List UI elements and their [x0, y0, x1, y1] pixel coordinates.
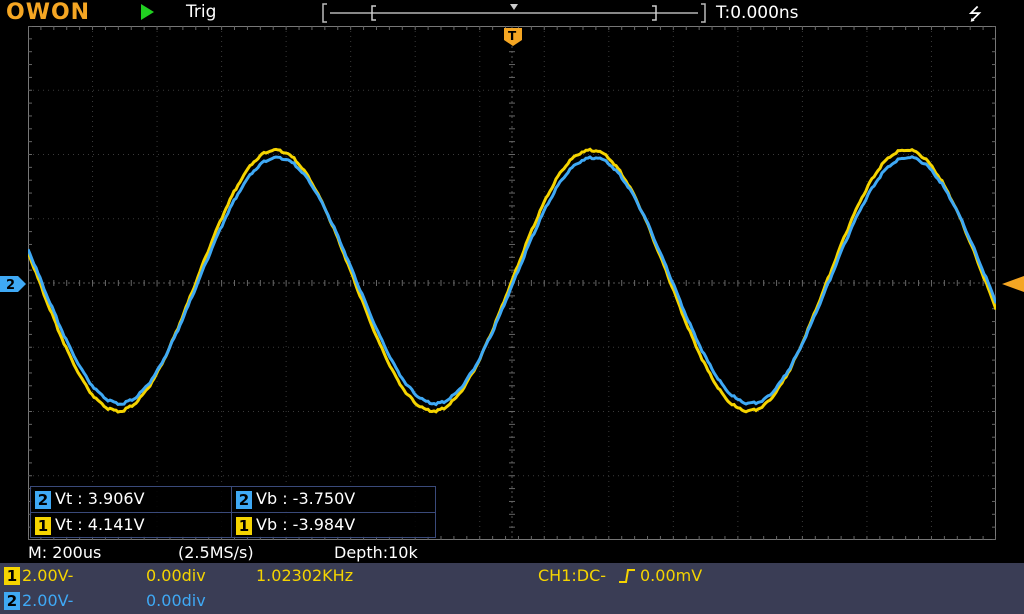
measurement-value: Vb : -3.750V: [256, 489, 356, 508]
measurement-ch1-vb: 1 Vb : -3.984V: [236, 513, 355, 537]
ch1-status-row[interactable]: 1 2.00V- 0.00div 1.02302KHz CH1:DC- 0.00…: [0, 563, 1024, 589]
measurement-ch2-vb: 2 Vb : -3.750V: [236, 487, 355, 511]
measurement-ch1-vt: 1 Vt : 4.141V: [35, 513, 145, 537]
memory-position-bar[interactable]: [322, 2, 706, 24]
ch1-offset: 0.00div: [146, 566, 206, 585]
sample-rate: (2.5MS/s): [178, 543, 254, 562]
ch1-badge: 1: [35, 516, 51, 535]
ch2-badge: 2: [35, 490, 51, 509]
svg-text:2: 2: [6, 278, 15, 292]
ch2-scale[interactable]: 2.00V-: [22, 591, 73, 610]
trigger-marker-label: T: [508, 29, 517, 43]
waveform-display[interactable]: [28, 26, 996, 540]
trigger-level: 0.00mV: [640, 566, 703, 585]
timebase-scale[interactable]: M: 200us: [28, 543, 101, 562]
measurement-value: Vt : 4.141V: [55, 515, 145, 534]
ch1-badge: 1: [236, 516, 252, 535]
measurement-value: Vt : 3.906V: [55, 489, 145, 508]
ch2-badge: 2: [236, 490, 252, 509]
measurement-value: Vb : -3.984V: [256, 515, 356, 534]
trigger-source[interactable]: CH1:DC-: [538, 566, 606, 585]
rising-edge-icon: [619, 569, 635, 583]
ch2-status-row[interactable]: 2 2.00V- 0.00div: [0, 589, 1024, 614]
trigger-time-readout: T:0.000ns: [716, 3, 799, 23]
measurement-panel: 2 Vt : 3.906V 2 Vb : -3.750V 1 Vt : 4.141V …: [30, 486, 436, 538]
timebase-bar: M: 200us (2.5MS/s) Depth:10k: [0, 541, 1024, 563]
ch1-frequency: 1.02302KHz: [256, 566, 354, 585]
trigger-position-marker-icon: [510, 4, 518, 10]
trigger-time-marker[interactable]: T: [504, 28, 522, 50]
ch1-badge[interactable]: 1: [4, 567, 20, 585]
ch2-level-marker[interactable]: 2: [0, 276, 26, 296]
trigger-status-label: Trig: [186, 2, 217, 22]
ch1-scale[interactable]: 2.00V-: [22, 566, 73, 585]
run-triangle-icon[interactable]: [141, 4, 154, 20]
trigger-level-marker-icon[interactable]: [1002, 276, 1024, 296]
measurement-ch2-vt: 2 Vt : 3.906V: [35, 487, 145, 511]
ch2-badge[interactable]: 2: [4, 592, 20, 610]
ch2-offset: 0.00div: [146, 591, 206, 610]
record-depth: Depth:10k: [334, 543, 418, 562]
brand-logo: OWON: [6, 0, 91, 25]
top-status-bar: OWON Trig T:0.000ns ⭍: [0, 0, 1024, 25]
